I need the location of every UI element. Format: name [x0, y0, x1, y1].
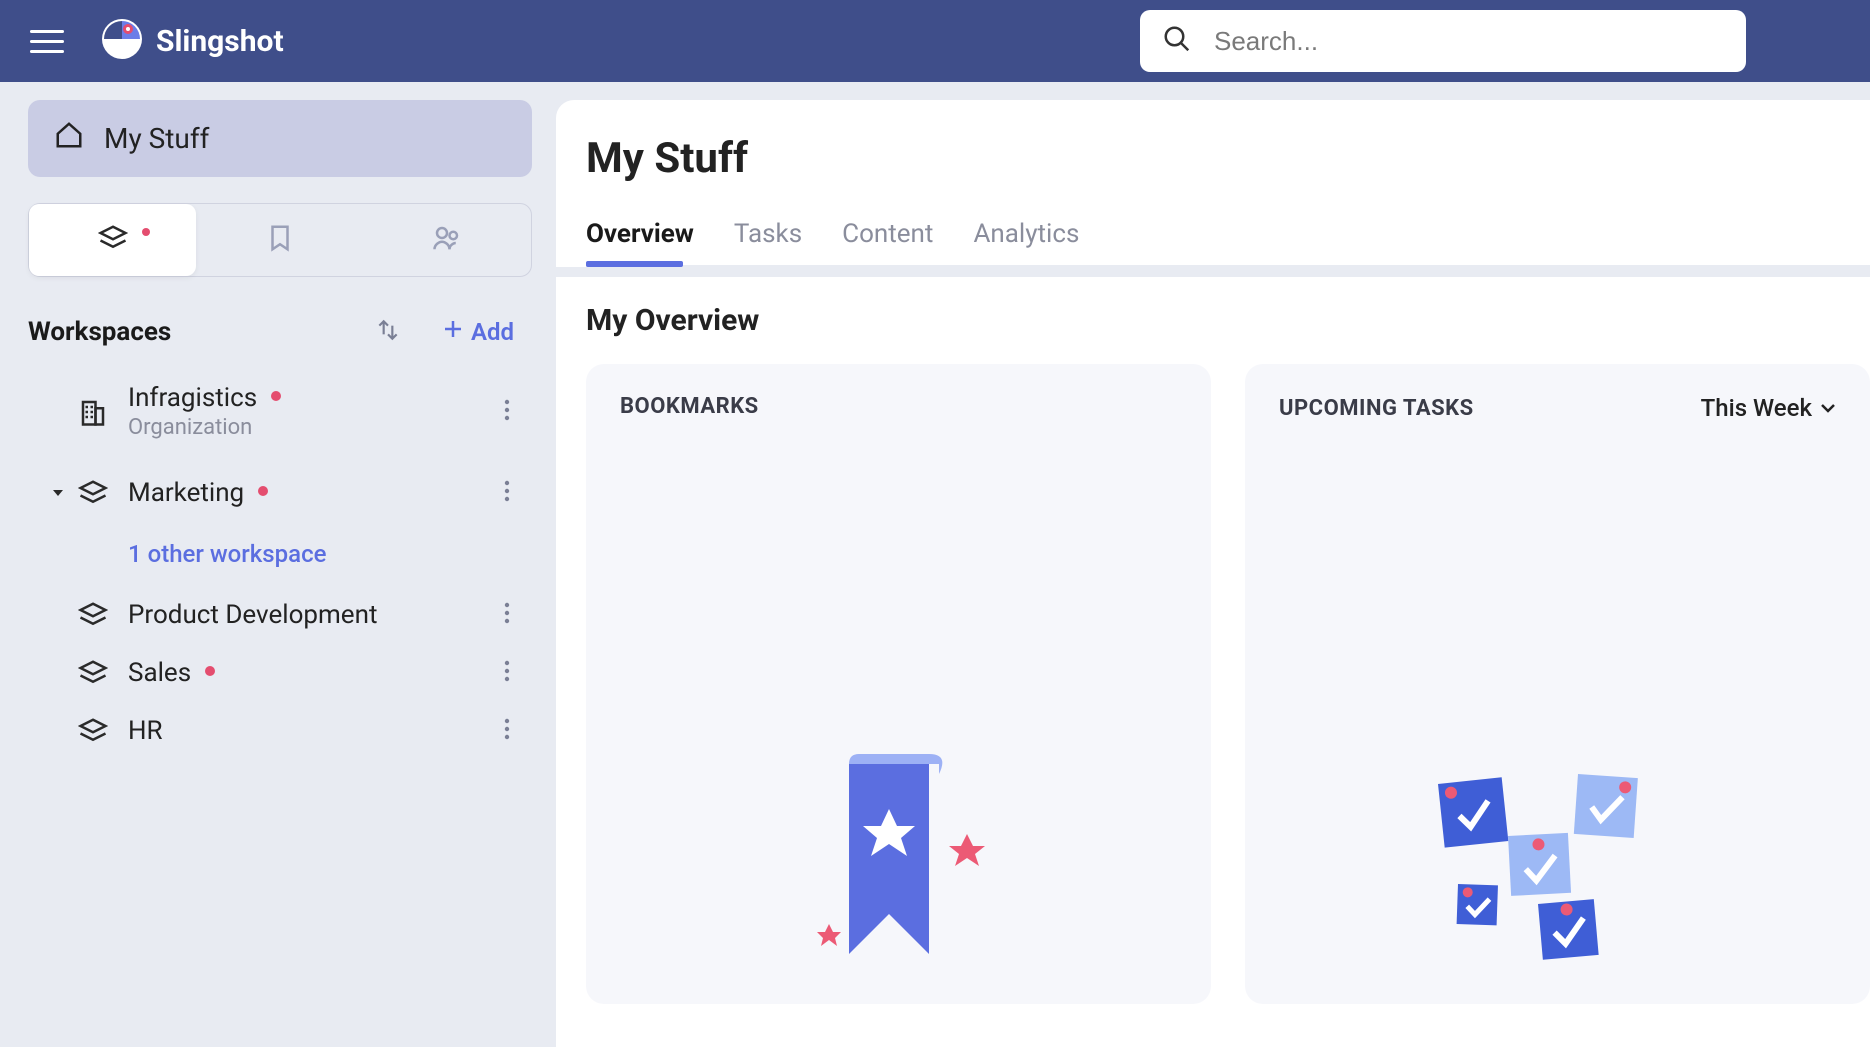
upcoming-tasks-card: UPCOMING TASKS This Week — [1245, 364, 1870, 1004]
main-tabs: Overview Tasks Content Analytics — [586, 219, 1870, 267]
bookmark-icon — [265, 223, 295, 257]
workspace-item-infragistics[interactable]: Infragistics Organization — [28, 373, 532, 446]
tab-content[interactable]: Content — [842, 219, 933, 265]
app-header: Slingshot — [0, 0, 1870, 82]
tab-overview[interactable]: Overview — [586, 219, 694, 265]
workspace-label: HR — [128, 716, 163, 746]
card-title: UPCOMING TASKS — [1279, 396, 1474, 421]
workspace-more-button[interactable] — [492, 398, 522, 426]
sort-icon — [375, 317, 401, 347]
workspace-label: Marketing — [128, 478, 244, 508]
workspace-item-product-development[interactable]: Product Development — [28, 586, 532, 644]
workspace-label: Product Development — [128, 600, 377, 630]
more-vertical-icon — [504, 398, 510, 426]
add-label: Add — [471, 318, 514, 346]
workspace-item-marketing[interactable]: Marketing — [28, 464, 532, 522]
home-icon — [54, 120, 84, 157]
tasks-illustration — [1428, 764, 1688, 968]
section-title: My Overview — [586, 303, 1870, 338]
people-icon — [432, 223, 462, 257]
workspaces-title: Workspaces — [28, 317, 365, 347]
more-vertical-icon — [504, 479, 510, 507]
layers-icon — [72, 716, 114, 746]
more-vertical-icon — [504, 659, 510, 687]
more-vertical-icon — [504, 601, 510, 629]
hamburger-menu-icon[interactable] — [30, 30, 64, 53]
brand-logo[interactable]: Slingshot — [102, 19, 284, 63]
workspace-item-hr[interactable]: HR — [28, 702, 532, 760]
sidebar: My Stuff — [28, 100, 532, 1047]
sort-button[interactable] — [365, 311, 411, 353]
bookmark-illustration — [789, 754, 1009, 978]
workspace-subtitle: Organization — [128, 415, 492, 440]
search-icon — [1162, 24, 1214, 58]
workspace-more-button[interactable] — [492, 659, 522, 687]
dropdown-label: This Week — [1701, 394, 1812, 422]
tab-tasks[interactable]: Tasks — [734, 219, 802, 265]
slingshot-logo-icon — [102, 19, 142, 63]
other-workspace-link[interactable]: 1 other workspace — [28, 522, 532, 586]
workspace-more-button[interactable] — [492, 479, 522, 507]
main-content: My Stuff Overview Tasks Content Analytic… — [556, 100, 1870, 1047]
layers-icon — [72, 478, 114, 508]
workspace-more-button[interactable] — [492, 601, 522, 629]
search-input[interactable] — [1214, 26, 1724, 57]
sidebar-tab-workspaces[interactable] — [29, 204, 196, 276]
sidebar-tab-people[interactable] — [364, 204, 531, 276]
sidebar-tab-row — [28, 203, 532, 277]
workspace-item-sales[interactable]: Sales — [28, 644, 532, 702]
sidebar-tab-bookmarks[interactable] — [196, 204, 363, 276]
building-icon — [72, 397, 114, 427]
notification-dot — [142, 228, 150, 236]
notification-dot — [205, 666, 215, 676]
tab-analytics[interactable]: Analytics — [973, 219, 1079, 265]
workspace-label: Infragistics — [128, 383, 257, 413]
plus-icon — [441, 317, 465, 347]
page-title: My Stuff — [586, 134, 1870, 183]
layers-icon — [72, 658, 114, 688]
notification-dot — [271, 391, 281, 401]
layers-icon — [72, 600, 114, 630]
tasks-range-dropdown[interactable]: This Week — [1701, 394, 1836, 422]
chevron-down-icon — [52, 487, 70, 499]
bookmarks-card: BOOKMARKS — [586, 364, 1211, 1004]
chevron-down-icon — [1820, 394, 1836, 422]
notification-dot — [258, 486, 268, 496]
workspaces-header: Workspaces Add — [28, 311, 532, 373]
workspace-more-button[interactable] — [492, 717, 522, 745]
brand-name: Slingshot — [156, 24, 284, 59]
more-vertical-icon — [504, 717, 510, 745]
search-box[interactable] — [1140, 10, 1746, 72]
add-workspace-button[interactable]: Add — [431, 311, 524, 353]
workspace-label: Sales — [128, 658, 191, 688]
layers-icon — [98, 223, 128, 257]
card-title: BOOKMARKS — [620, 394, 759, 419]
sidebar-item-my-stuff[interactable]: My Stuff — [28, 100, 532, 177]
my-stuff-label: My Stuff — [104, 122, 209, 155]
